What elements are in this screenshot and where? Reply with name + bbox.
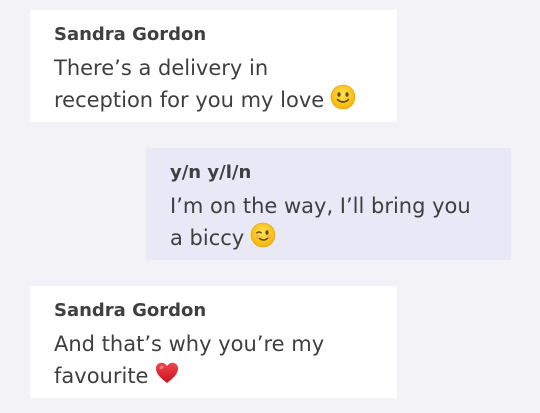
slightly-smiling-face-icon <box>330 84 356 119</box>
message-bubble-outgoing[interactable]: y/n y/l/n I’m on the way, I’ll bring you… <box>146 148 511 260</box>
message-text: favourite <box>54 364 149 388</box>
red-heart-icon <box>154 360 180 395</box>
sender-name: Sandra Gordon <box>54 300 207 321</box>
message-text: reception for you my love <box>54 88 325 112</box>
message-text-line: a biccy <box>170 222 487 257</box>
message-text-line: reception for you my love <box>54 84 373 119</box>
sender-name: Sandra Gordon <box>54 24 207 45</box>
message-bubble-incoming[interactable]: Sandra Gordon And that’s why you’re my f… <box>30 286 397 398</box>
message-text-line: favourite <box>54 360 373 395</box>
message-text-line: And that’s why you’re my <box>54 332 325 356</box>
message-text-line: There’s a delivery in <box>54 56 269 80</box>
winking-face-icon <box>250 222 276 257</box>
message-text-line: I’m on the way, I’ll bring you <box>170 194 471 218</box>
message-text: a biccy <box>170 226 245 250</box>
sender-name: y/n y/l/n <box>170 162 252 183</box>
message-bubble-incoming[interactable]: Sandra Gordon There’s a delivery in rece… <box>30 10 397 122</box>
